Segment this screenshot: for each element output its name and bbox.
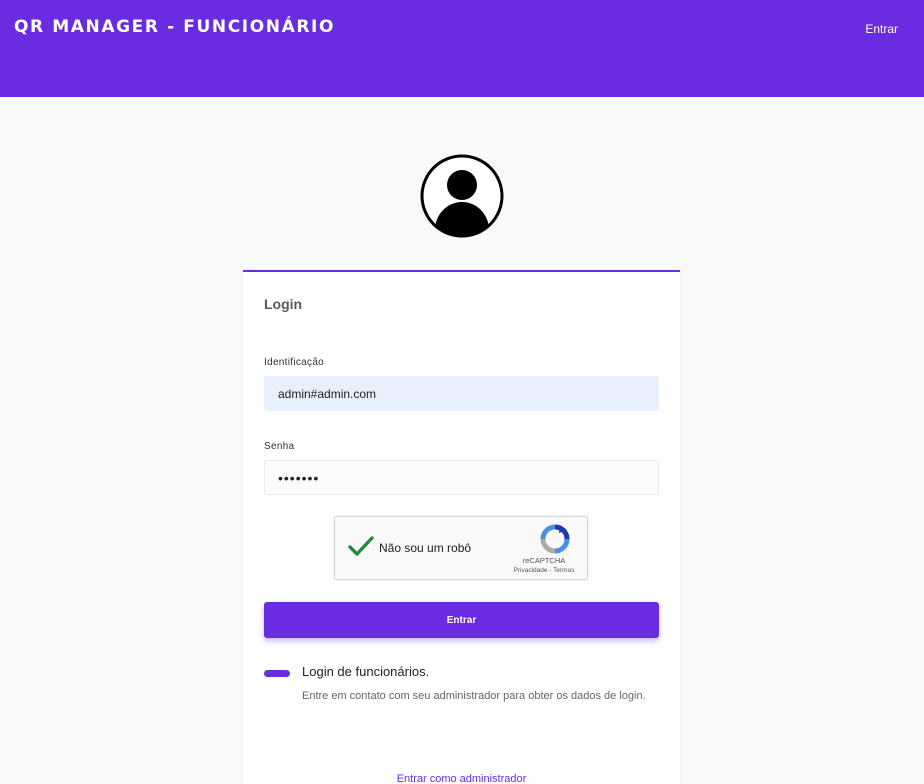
checkmark-icon[interactable] xyxy=(347,533,375,561)
info-accent-bar xyxy=(264,670,290,677)
top-navbar: QR MANAGER - FUNCIONÁRIO Entrar xyxy=(0,0,924,97)
recaptcha-links[interactable]: Privacidade - Termos xyxy=(505,567,583,574)
admin-login-link[interactable]: Entrar como administrador xyxy=(243,773,680,784)
recaptcha-widget: Não sou um robô reCAPTCHA Privacidade - … xyxy=(334,516,588,580)
submit-login-button[interactable]: Entrar xyxy=(264,602,659,638)
info-title: Login de funcionários. xyxy=(302,664,430,679)
nav-login-link[interactable]: Entrar xyxy=(865,22,898,36)
login-card: Login Identificação Senha Não sou um rob… xyxy=(243,270,680,784)
recaptcha-label: Não sou um robô xyxy=(379,541,472,555)
user-avatar-icon xyxy=(420,154,504,238)
brand-title: QR MANAGER - FUNCIONÁRIO xyxy=(14,17,336,37)
identification-input[interactable] xyxy=(264,376,659,411)
recaptcha-logo-icon xyxy=(540,524,570,554)
card-title: Login xyxy=(264,296,303,312)
password-input[interactable] xyxy=(264,460,659,495)
info-text: Entre em contato com seu administrador p… xyxy=(302,690,646,702)
recaptcha-brand: reCAPTCHA xyxy=(522,556,566,565)
identification-label: Identificação xyxy=(264,357,325,368)
password-label: Senha xyxy=(264,441,295,452)
